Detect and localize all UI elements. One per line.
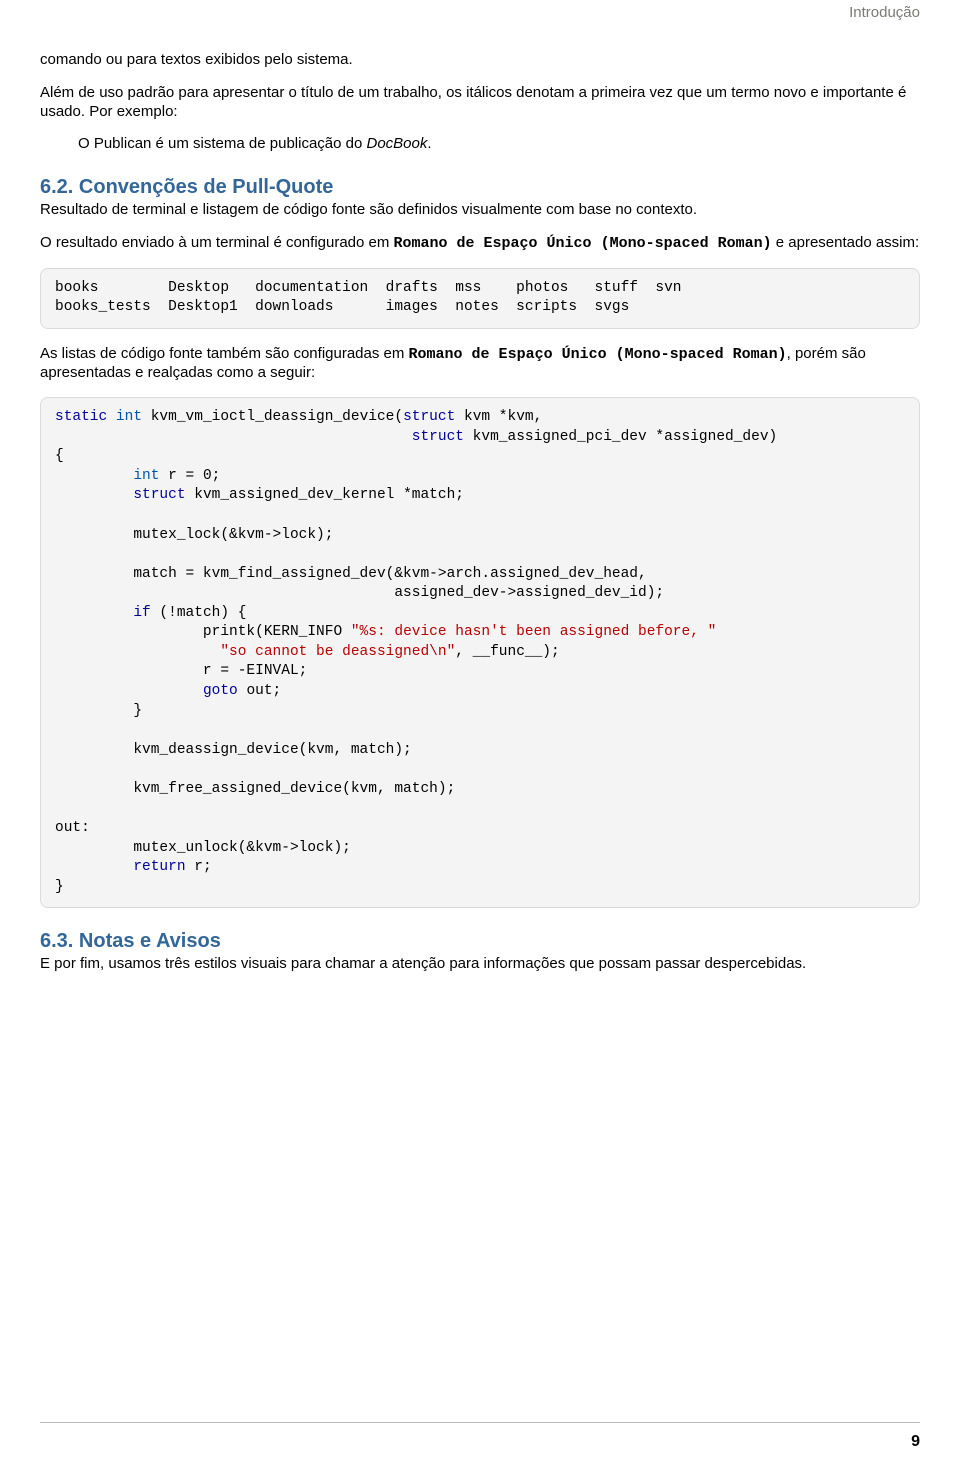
string: "so cannot be deassigned\n" xyxy=(220,644,455,660)
example-block: O Publican é um sistema de publicação do… xyxy=(78,135,920,154)
header-section-label: Introdução xyxy=(40,4,920,21)
text-run: . xyxy=(427,135,431,152)
code-run xyxy=(55,605,133,621)
code-run xyxy=(55,487,133,503)
body-paragraph: Resultado de terminal e listagem de códi… xyxy=(40,201,920,220)
kw: goto xyxy=(203,683,238,699)
code-run: kvm_deassign_device(kvm, match); xyxy=(55,742,412,758)
body-paragraph: O resultado enviado à um terminal é conf… xyxy=(40,234,920,254)
code-run xyxy=(55,859,133,875)
code-run: kvm *kvm, xyxy=(455,409,542,425)
code-run: kvm_assigned_dev_kernel *match; xyxy=(186,487,464,503)
code-run: r; xyxy=(186,859,212,875)
section-heading-6-2: 6.2. Convenções de Pull-Quote xyxy=(40,176,920,199)
body-paragraph: As listas de código fonte também são con… xyxy=(40,345,920,384)
string: "%s: device hasn't been assigned before,… xyxy=(351,624,716,640)
code-run: kvm_free_assigned_device(kvm, match); xyxy=(55,781,455,797)
terminal-output-box: books Desktop documentation drafts mss p… xyxy=(40,268,920,329)
code-run xyxy=(55,429,412,445)
text-run: e apresentado assim: xyxy=(772,234,920,251)
body-paragraph: Além de uso padrão para apresentar o tít… xyxy=(40,84,920,122)
code-run: } xyxy=(55,879,64,895)
code-run: match = kvm_find_assigned_dev(&kvm->arch… xyxy=(55,566,647,582)
code-run: { xyxy=(55,448,64,464)
code-run: out; xyxy=(238,683,282,699)
text-run: As listas de código fonte também são con… xyxy=(40,345,409,362)
source-code-box: static int kvm_vm_ioctl_deassign_device(… xyxy=(40,397,920,908)
kw: struct xyxy=(133,487,185,503)
code-run: r = -EINVAL; xyxy=(55,663,307,679)
code-run: out: xyxy=(55,820,90,836)
type: int xyxy=(107,409,142,425)
code-run: (!match) { xyxy=(151,605,247,621)
code-run: mutex_unlock(&kvm->lock); xyxy=(55,840,351,856)
kw: if xyxy=(133,605,150,621)
text-run: O Publican é um sistema de publicação do xyxy=(78,135,367,152)
document-page: Introdução comando ou para textos exibid… xyxy=(0,0,960,1479)
code-run: } xyxy=(55,703,142,719)
kw: struct xyxy=(403,409,455,425)
text-run: O resultado enviado à um terminal é conf… xyxy=(40,234,394,251)
section-heading-6-3: 6.3. Notas e Avisos xyxy=(40,930,920,953)
code-run: printk(KERN_INFO xyxy=(55,624,351,640)
mono-term: Romano de Espaço Único (Mono-spaced Roma… xyxy=(409,346,787,363)
body-paragraph: E por fim, usamos três estilos visuais p… xyxy=(40,955,920,974)
italic-term: DocBook xyxy=(367,135,428,152)
code-run: kvm_vm_ioctl_deassign_device( xyxy=(142,409,403,425)
code-run: , __func__); xyxy=(455,644,559,660)
code-run xyxy=(55,644,220,660)
page-number: 9 xyxy=(911,1433,920,1451)
code-run xyxy=(55,468,133,484)
kw: return xyxy=(133,859,185,875)
type: int xyxy=(133,468,159,484)
kw: struct xyxy=(412,429,464,445)
code-run: assigned_dev->assigned_dev_id); xyxy=(55,585,664,601)
code-run: kvm_assigned_pci_dev *assigned_dev) xyxy=(464,429,777,445)
mono-term: Romano de Espaço Único (Mono-spaced Roma… xyxy=(394,235,772,252)
code-run: r = 0; xyxy=(159,468,220,484)
body-paragraph: comando ou para textos exibidos pelo sis… xyxy=(40,51,920,70)
kw: static xyxy=(55,409,107,425)
code-run: mutex_lock(&kvm->lock); xyxy=(55,527,333,543)
example-text: O Publican é um sistema de publicação do… xyxy=(78,135,920,154)
code-run xyxy=(55,683,203,699)
footer-rule xyxy=(40,1422,920,1423)
